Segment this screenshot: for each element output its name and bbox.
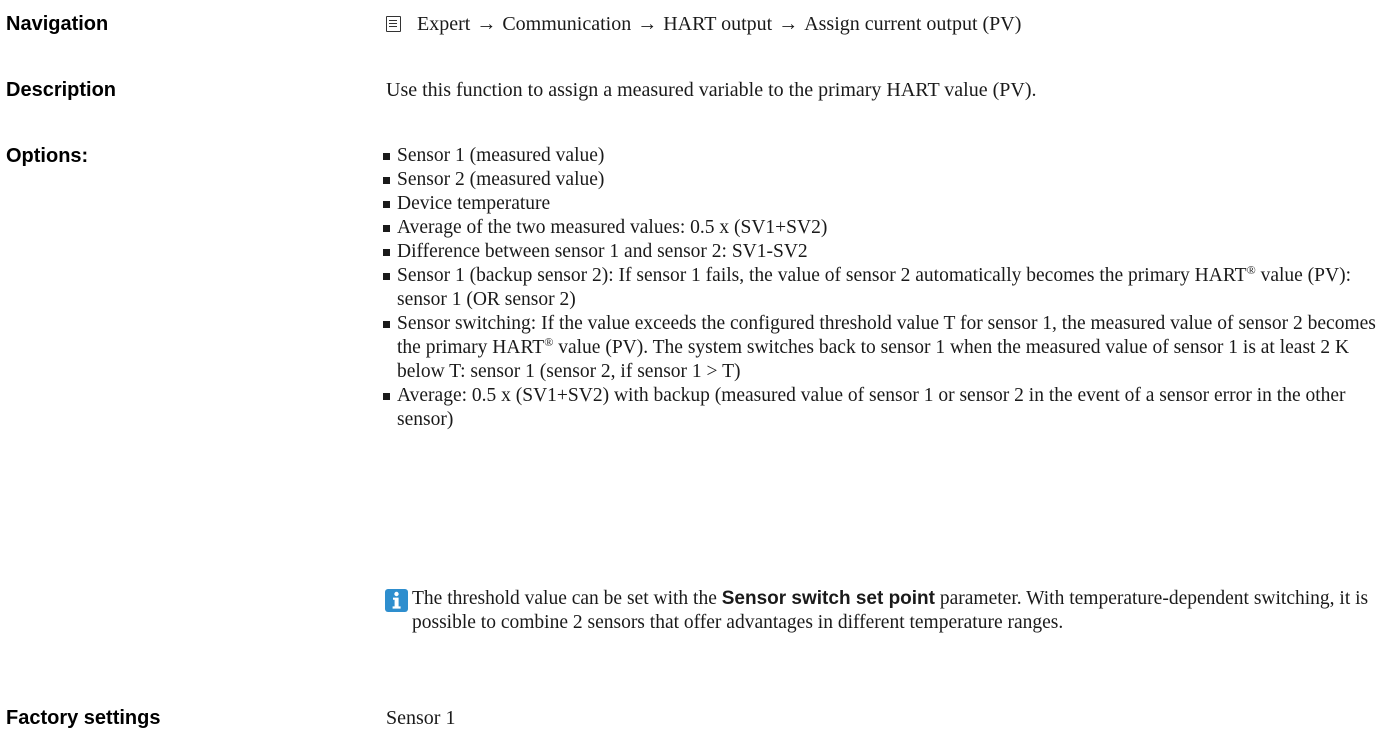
note-text-before: The threshold value can be set with the xyxy=(412,588,722,609)
bullet-icon xyxy=(383,273,390,280)
option-text: Average of the two measured values: 0.5 … xyxy=(397,217,828,238)
bullet-icon xyxy=(383,225,390,232)
nav-arrow: → xyxy=(637,13,658,35)
options-label: Options: xyxy=(6,145,89,167)
options-list: Sensor 1 (measured value) Sensor 2 (meas… xyxy=(383,144,1383,432)
nav-step-communication: Communication xyxy=(502,13,632,35)
navigation-label: Navigation xyxy=(6,13,109,35)
option-text: Sensor 2 (measured value) xyxy=(397,169,605,190)
option-text: Sensor switching: If the value exceeds t… xyxy=(397,313,1376,382)
bullet-icon xyxy=(383,201,390,208)
option-item: Difference between sensor 1 and sensor 2… xyxy=(383,240,1383,264)
bullet-icon xyxy=(383,177,390,184)
option-item: Average of the two measured values: 0.5 … xyxy=(383,216,1383,240)
factory-settings-value: Sensor 1 xyxy=(386,707,456,729)
info-note: The threshold value can be set with the … xyxy=(385,587,1385,635)
nav-step-expert: Expert xyxy=(417,13,471,35)
info-icon xyxy=(385,589,408,612)
bullet-icon xyxy=(383,321,390,328)
option-item: Sensor 2 (measured value) xyxy=(383,168,1383,192)
nav-step-assign-current-output: Assign current output (PV) xyxy=(804,13,1022,35)
option-item: Sensor switching: If the value exceeds t… xyxy=(383,312,1383,384)
note-text: The threshold value can be set with the … xyxy=(412,587,1385,635)
option-text: Average: 0.5 x (SV1+SV2) with backup (me… xyxy=(397,385,1346,430)
bullet-icon xyxy=(383,393,390,400)
sensor-switch-set-point-parameter: Sensor switch set point xyxy=(721,588,935,609)
nav-step-hart-output: HART output xyxy=(663,13,773,35)
option-text: Device temperature xyxy=(397,193,551,214)
nav-arrow: → xyxy=(778,13,799,35)
option-text: Sensor 1 (measured value) xyxy=(397,145,605,166)
display-icon xyxy=(386,16,401,32)
option-item: Sensor 1 (backup sensor 2): If sensor 1 … xyxy=(383,264,1383,312)
option-item: Sensor 1 (measured value) xyxy=(383,144,1383,168)
nav-arrow: → xyxy=(476,13,497,35)
option-text: Difference between sensor 1 and sensor 2… xyxy=(397,241,808,262)
bullet-icon xyxy=(383,249,390,256)
navigation-path: Expert → Communication → HART output → Assign … xyxy=(386,12,1021,36)
description-label: Description xyxy=(6,79,117,101)
option-text: Sensor 1 (backup sensor 2): If sensor 1 … xyxy=(397,263,1352,310)
option-item: Device temperature xyxy=(383,192,1383,216)
factory-settings-label: Factory settings xyxy=(6,707,161,729)
description-text: Use this function to assign a measured v… xyxy=(386,79,1037,101)
option-item: Average: 0.5 x (SV1+SV2) with backup (me… xyxy=(383,384,1383,432)
bullet-icon xyxy=(383,153,390,160)
